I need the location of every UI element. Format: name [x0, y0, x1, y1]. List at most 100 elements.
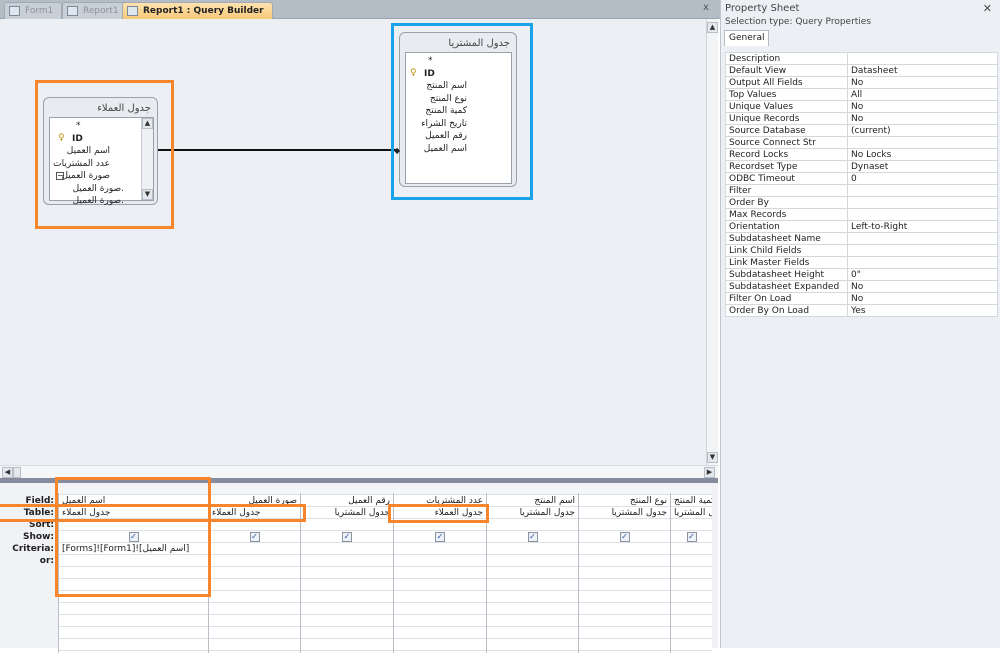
or-cell[interactable]: [671, 567, 712, 579]
show-checkbox[interactable]: ✓: [435, 532, 445, 542]
or-cell[interactable]: [394, 591, 486, 603]
or-cell[interactable]: [59, 639, 208, 651]
or-cell[interactable]: [487, 567, 578, 579]
or-cell[interactable]: [209, 603, 300, 615]
or-cell[interactable]: [487, 603, 578, 615]
or-cell[interactable]: [394, 567, 486, 579]
or-cell[interactable]: [487, 639, 578, 651]
criteria-cell[interactable]: [209, 543, 300, 555]
show-checkbox[interactable]: ✓: [619, 532, 630, 542]
or-cell[interactable]: [59, 627, 208, 639]
or-cell[interactable]: [209, 639, 300, 651]
or-cell[interactable]: [209, 627, 300, 639]
or-cell[interactable]: [301, 639, 393, 651]
property-value[interactable]: [847, 244, 998, 257]
grid-column[interactable]: اسم المنتج جدول المشتريا ✓: [486, 487, 578, 653]
property-row[interactable]: Link Child Fields: [725, 244, 998, 257]
or-cell[interactable]: [209, 579, 300, 591]
property-value[interactable]: [847, 136, 998, 149]
or-cell[interactable]: [209, 567, 300, 579]
or-cell[interactable]: [301, 555, 393, 567]
or-cell[interactable]: [579, 639, 670, 651]
table-cell[interactable]: جدول المشتريا: [301, 507, 393, 519]
property-value[interactable]: No: [847, 100, 998, 113]
property-row[interactable]: Top Values All: [725, 88, 998, 101]
tab-query-builder[interactable]: Report1 : Query Builder: [122, 2, 273, 19]
tab-general[interactable]: General: [724, 30, 770, 46]
property-row[interactable]: Default View Datasheet: [725, 64, 998, 77]
column-selector[interactable]: [301, 487, 393, 495]
scroll-thumb[interactable]: [13, 467, 21, 478]
property-value[interactable]: 0": [847, 268, 998, 281]
property-row[interactable]: Source Connect Str: [725, 136, 998, 149]
or-cell[interactable]: [671, 603, 712, 615]
grid-column[interactable]: رقم العميل جدول المشتريا ✓: [300, 487, 393, 653]
property-value[interactable]: No: [847, 292, 998, 305]
or-cell[interactable]: [301, 615, 393, 627]
or-cell[interactable]: [671, 615, 712, 627]
property-value[interactable]: No: [847, 76, 998, 89]
property-value[interactable]: All: [847, 88, 998, 101]
property-value[interactable]: No: [847, 112, 998, 125]
scroll-down-icon[interactable]: ▼: [707, 452, 718, 463]
close-icon[interactable]: ✕: [983, 2, 992, 15]
table-cell[interactable]: جدول المشتريا: [487, 507, 578, 519]
property-value[interactable]: [847, 208, 998, 221]
or-cell[interactable]: [301, 591, 393, 603]
criteria-cell[interactable]: [301, 543, 393, 555]
or-cell[interactable]: [209, 615, 300, 627]
column-selector[interactable]: [671, 487, 712, 495]
or-cell[interactable]: [487, 615, 578, 627]
property-row[interactable]: Description: [725, 52, 998, 65]
query-design-area[interactable]: جدول العملاء * ♀ ID اسم العميل عدد المشتريات…: [0, 19, 706, 465]
property-value[interactable]: [847, 232, 998, 245]
column-selector[interactable]: [394, 487, 486, 495]
property-value[interactable]: No Locks: [847, 148, 998, 161]
show-checkbox[interactable]: ✓: [686, 532, 697, 542]
or-cell[interactable]: [579, 603, 670, 615]
column-selector[interactable]: [579, 487, 670, 495]
or-cell[interactable]: [487, 627, 578, 639]
property-row[interactable]: Filter On Load No: [725, 292, 998, 305]
or-cell[interactable]: [487, 591, 578, 603]
scroll-left-icon[interactable]: ◀: [2, 467, 13, 478]
property-value[interactable]: (current): [847, 124, 998, 137]
property-value[interactable]: [847, 256, 998, 269]
or-cell[interactable]: [579, 615, 670, 627]
or-cell[interactable]: [394, 555, 486, 567]
sort-cell[interactable]: [671, 519, 712, 531]
or-cell[interactable]: [301, 579, 393, 591]
property-row[interactable]: Orientation Left-to-Right: [725, 220, 998, 233]
property-value[interactable]: Yes: [847, 304, 998, 317]
or-cell[interactable]: [301, 603, 393, 615]
or-cell[interactable]: [59, 603, 208, 615]
property-row[interactable]: Order By: [725, 196, 998, 209]
property-value[interactable]: No: [847, 280, 998, 293]
property-value[interactable]: 0: [847, 172, 998, 185]
or-cell[interactable]: [394, 579, 486, 591]
property-value[interactable]: Datasheet: [847, 64, 998, 77]
or-cell[interactable]: [394, 639, 486, 651]
criteria-cell[interactable]: [579, 543, 670, 555]
property-row[interactable]: Unique Values No: [725, 100, 998, 113]
property-row[interactable]: Filter: [725, 184, 998, 197]
or-cell[interactable]: [579, 567, 670, 579]
show-checkbox[interactable]: ✓: [249, 532, 260, 542]
criteria-cell[interactable]: [394, 543, 486, 555]
tab-report1[interactable]: Report1: [62, 2, 128, 19]
property-row[interactable]: Source Database (current): [725, 124, 998, 137]
relationship-line[interactable]: [158, 149, 398, 151]
property-value[interactable]: Left-to-Right: [847, 220, 998, 233]
or-cell[interactable]: [671, 555, 712, 567]
or-cell[interactable]: [59, 615, 208, 627]
column-selector[interactable]: [209, 487, 300, 495]
or-cell[interactable]: [394, 627, 486, 639]
or-cell[interactable]: [394, 615, 486, 627]
criteria-cell[interactable]: [487, 543, 578, 555]
show-checkbox[interactable]: ✓: [342, 532, 352, 542]
table-cell[interactable]: جدول المشتريا: [671, 507, 712, 519]
table-cell[interactable]: جدول المشتريا: [579, 507, 670, 519]
sort-cell[interactable]: [579, 519, 670, 531]
or-cell[interactable]: [487, 579, 578, 591]
or-cell[interactable]: [579, 591, 670, 603]
